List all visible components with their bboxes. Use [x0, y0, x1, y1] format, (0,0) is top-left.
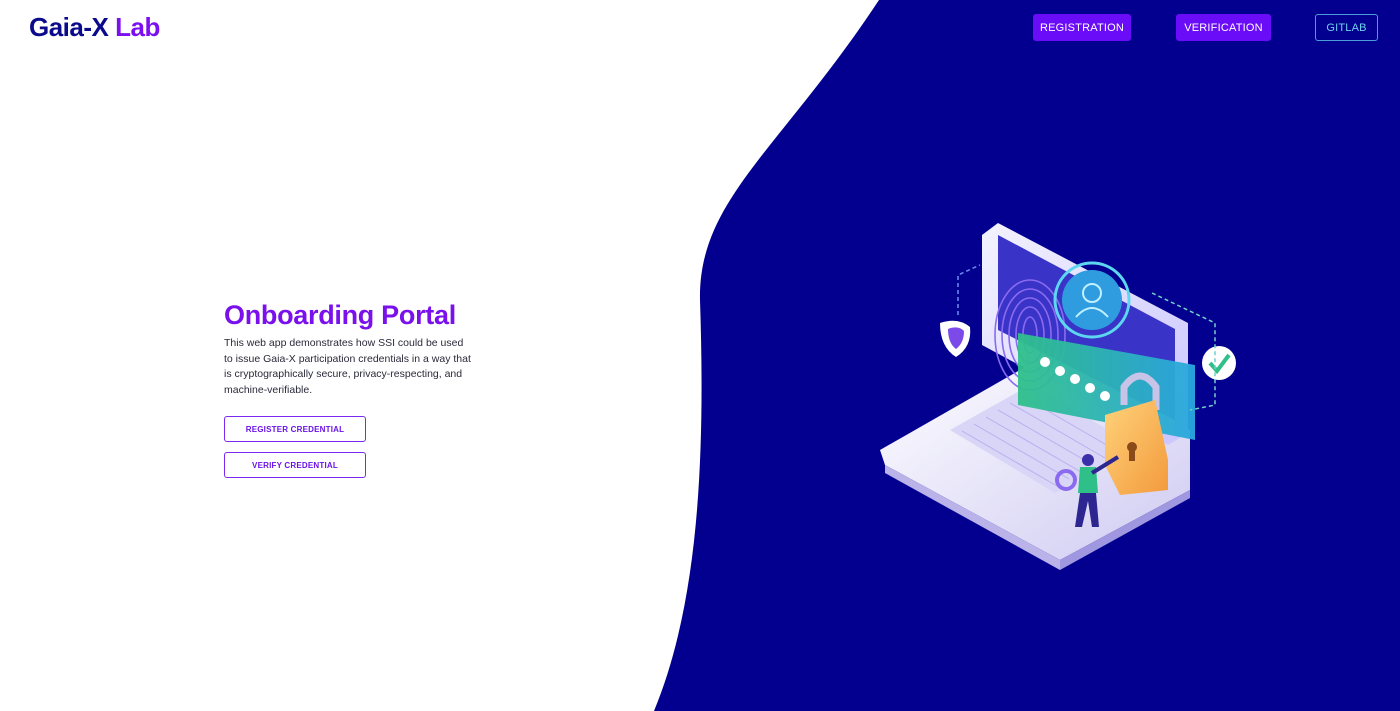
top-navigation: REGISTRATION VERIFICATION GITLAB	[0, 14, 1400, 42]
verification-nav-button[interactable]: VERIFICATION	[1176, 14, 1271, 41]
page-title: Onboarding Portal	[224, 300, 456, 330]
verify-credential-button[interactable]: VERIFY CREDENTIAL	[224, 452, 366, 478]
registration-nav-button[interactable]: REGISTRATION	[1033, 14, 1131, 41]
hero-section: Onboarding Portal This web app demonstra…	[224, 298, 494, 398]
register-credential-button[interactable]: REGISTER CREDENTIAL	[224, 416, 366, 442]
gitlab-nav-button[interactable]: GITLAB	[1315, 14, 1378, 41]
laptop-security-illustration-icon	[880, 223, 1236, 570]
hero-description: This web app demonstrates how SSI could …	[224, 337, 471, 396]
